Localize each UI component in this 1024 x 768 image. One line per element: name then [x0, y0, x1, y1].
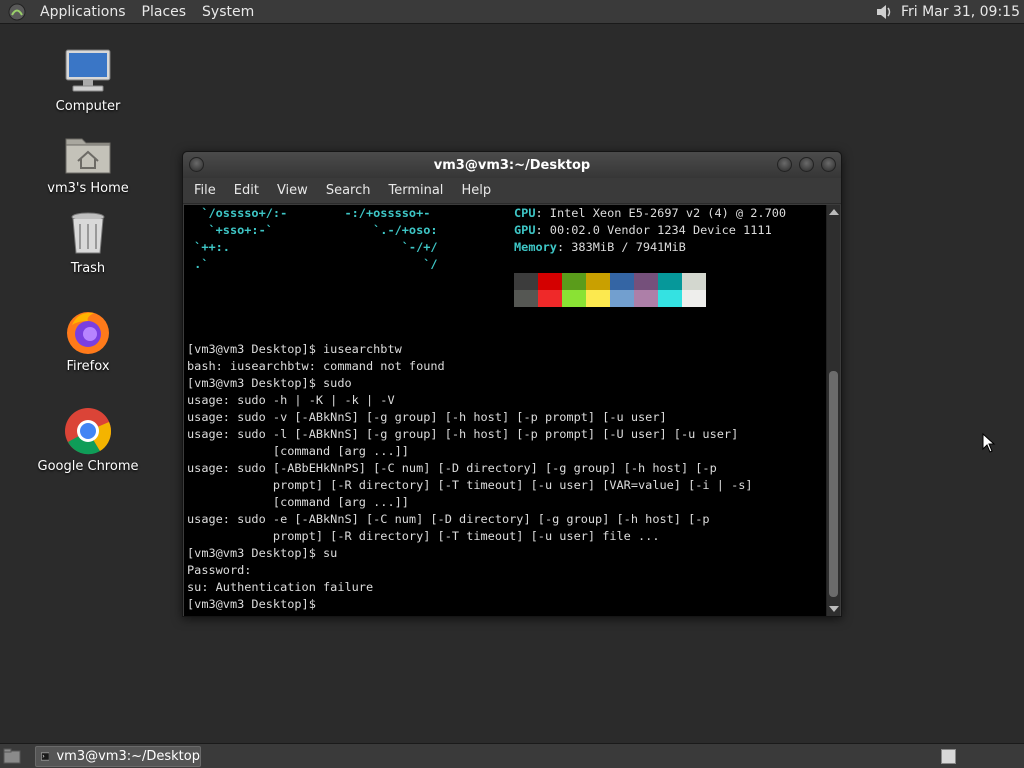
places-menu[interactable]: Places	[134, 0, 195, 24]
desktop-icon-trash[interactable]: Trash	[28, 207, 148, 276]
sysinfo-memory: Memory: 383MiB / 7941MiB	[514, 240, 686, 254]
terminal-line: [vm3@vm3 Desktop]$ sudo	[187, 376, 352, 390]
sysinfo-gpu: GPU: 00:02.0 Vendor 1234 Device 1111	[514, 223, 772, 237]
menu-view[interactable]: View	[268, 178, 317, 204]
color-swatch	[658, 273, 682, 290]
terminal-line: su: Authentication failure	[187, 580, 374, 594]
trash-icon	[71, 212, 105, 254]
color-palette-light	[514, 290, 706, 307]
window-menu-button[interactable]	[189, 157, 204, 172]
desktop-icon-chrome[interactable]: Google Chrome	[28, 405, 148, 474]
minimize-button[interactable]	[777, 157, 792, 172]
desktop-icon-computer[interactable]: Computer	[28, 45, 148, 114]
window-titlebar[interactable]: vm3@vm3:~/Desktop	[183, 152, 841, 178]
taskbar-terminal-button[interactable]: vm3@vm3:~/Desktop	[35, 746, 201, 767]
computer-icon	[65, 49, 111, 92]
terminal-line: [vm3@vm3 Desktop]$ iusearchbtw	[187, 342, 402, 356]
desktop-icon-label: Firefox	[66, 359, 110, 374]
terminal-line: [command [arg ...]]	[187, 495, 409, 509]
ascii-art-line: `/osssso+/:- -:/+osssso+-	[187, 206, 431, 220]
close-button[interactable]	[821, 157, 836, 172]
terminal-line: prompt] [-R directory] [-T timeout] [-u …	[187, 529, 660, 543]
scrollbar-thumb[interactable]	[829, 371, 838, 597]
menu-logo-icon[interactable]	[8, 3, 26, 21]
terminal-line: usage: sudo -h | -K | -k | -V	[187, 393, 395, 407]
maximize-button[interactable]	[799, 157, 814, 172]
sysinfo-cpu: CPU: Intel Xeon E5-2697 v2 (4) @ 2.700	[514, 206, 787, 220]
color-swatch	[562, 290, 586, 307]
color-swatch	[514, 273, 538, 290]
home-folder-icon	[65, 138, 111, 174]
mouse-pointer-icon	[982, 433, 996, 453]
chrome-icon	[65, 408, 112, 455]
color-palette-dark	[514, 273, 706, 290]
desktop-icon-home[interactable]: vm3's Home	[28, 127, 148, 196]
firefox-icon	[67, 312, 109, 354]
color-swatch	[538, 273, 562, 290]
window-title: vm3@vm3:~/Desktop	[433, 157, 591, 173]
terminal-line: usage: sudo -e [-ABkNnS] [-C num] [-D di…	[187, 512, 710, 526]
menu-help[interactable]: Help	[452, 178, 500, 204]
terminal-window[interactable]: vm3@vm3:~/Desktop File Edit View Search …	[182, 151, 842, 617]
terminal-line: usage: sudo -v [-ABkNnS] [-g group] [-h …	[187, 410, 667, 424]
color-swatch	[682, 290, 706, 307]
volume-icon[interactable]	[875, 3, 893, 21]
menu-file[interactable]: File	[185, 178, 225, 204]
show-desktop-icon[interactable]	[3, 748, 21, 764]
terminal-output[interactable]: `/osssso+/:- -:/+osssso+- `+sso+:-` `.-/…	[184, 205, 826, 616]
desktop-icon-label: Trash	[70, 261, 106, 276]
color-swatch	[682, 273, 706, 290]
color-swatch	[586, 290, 610, 307]
menu-terminal[interactable]: Terminal	[379, 178, 452, 204]
color-swatch	[634, 290, 658, 307]
scroll-down-arrow-icon[interactable]	[829, 606, 839, 612]
workspace-switcher[interactable]	[941, 749, 956, 764]
ascii-art-line: .` `/	[187, 257, 438, 271]
terminal-line: usage: sudo [-ABbEHkNnPS] [-C num] [-D d…	[187, 461, 717, 475]
color-swatch	[634, 273, 658, 290]
color-swatch	[562, 273, 586, 290]
applications-menu[interactable]: Applications	[32, 0, 134, 24]
terminal-line: bash: iusearchbtw: command not found	[187, 359, 445, 373]
taskbar-label: vm3@vm3:~/Desktop	[56, 749, 200, 764]
system-menu[interactable]: System	[194, 0, 262, 24]
ascii-art-line: `++:. `-/+/	[187, 240, 438, 254]
terminal-line: prompt] [-R directory] [-T timeout] [-u …	[187, 478, 753, 492]
menu-search[interactable]: Search	[317, 178, 380, 204]
terminal-scrollbar[interactable]	[826, 205, 840, 616]
color-swatch	[658, 290, 682, 307]
desktop-icon-label: vm3's Home	[47, 181, 129, 196]
color-swatch	[514, 290, 538, 307]
ascii-art-line: `+sso+:-` `.-/+oso:	[187, 223, 438, 237]
scroll-up-arrow-icon[interactable]	[829, 209, 839, 215]
terminal-menubar: File Edit View Search Terminal Help	[183, 178, 841, 204]
terminal-line: [vm3@vm3 Desktop]$	[187, 597, 316, 611]
terminal-line: Password:	[187, 563, 252, 577]
desktop-icon-label: Google Chrome	[37, 459, 139, 474]
terminal-icon	[41, 752, 50, 761]
menu-edit[interactable]: Edit	[225, 178, 268, 204]
clock[interactable]: Fri Mar 31, 09:15	[901, 4, 1020, 20]
bottom-panel: vm3@vm3:~/Desktop	[0, 743, 1024, 768]
terminal-line: usage: sudo -l [-ABkNnS] [-g group] [-h …	[187, 427, 739, 441]
terminal-line: [command [arg ...]]	[187, 444, 409, 458]
color-swatch	[610, 290, 634, 307]
color-swatch	[538, 290, 562, 307]
terminal-line: [vm3@vm3 Desktop]$ su	[187, 546, 338, 560]
desktop-icon-label: Computer	[55, 99, 121, 114]
top-panel: Applications Places System Fri Mar 31, 0…	[0, 0, 1024, 24]
color-swatch	[586, 273, 610, 290]
color-swatch	[610, 273, 634, 290]
desktop-icon-firefox[interactable]: Firefox	[28, 305, 148, 374]
